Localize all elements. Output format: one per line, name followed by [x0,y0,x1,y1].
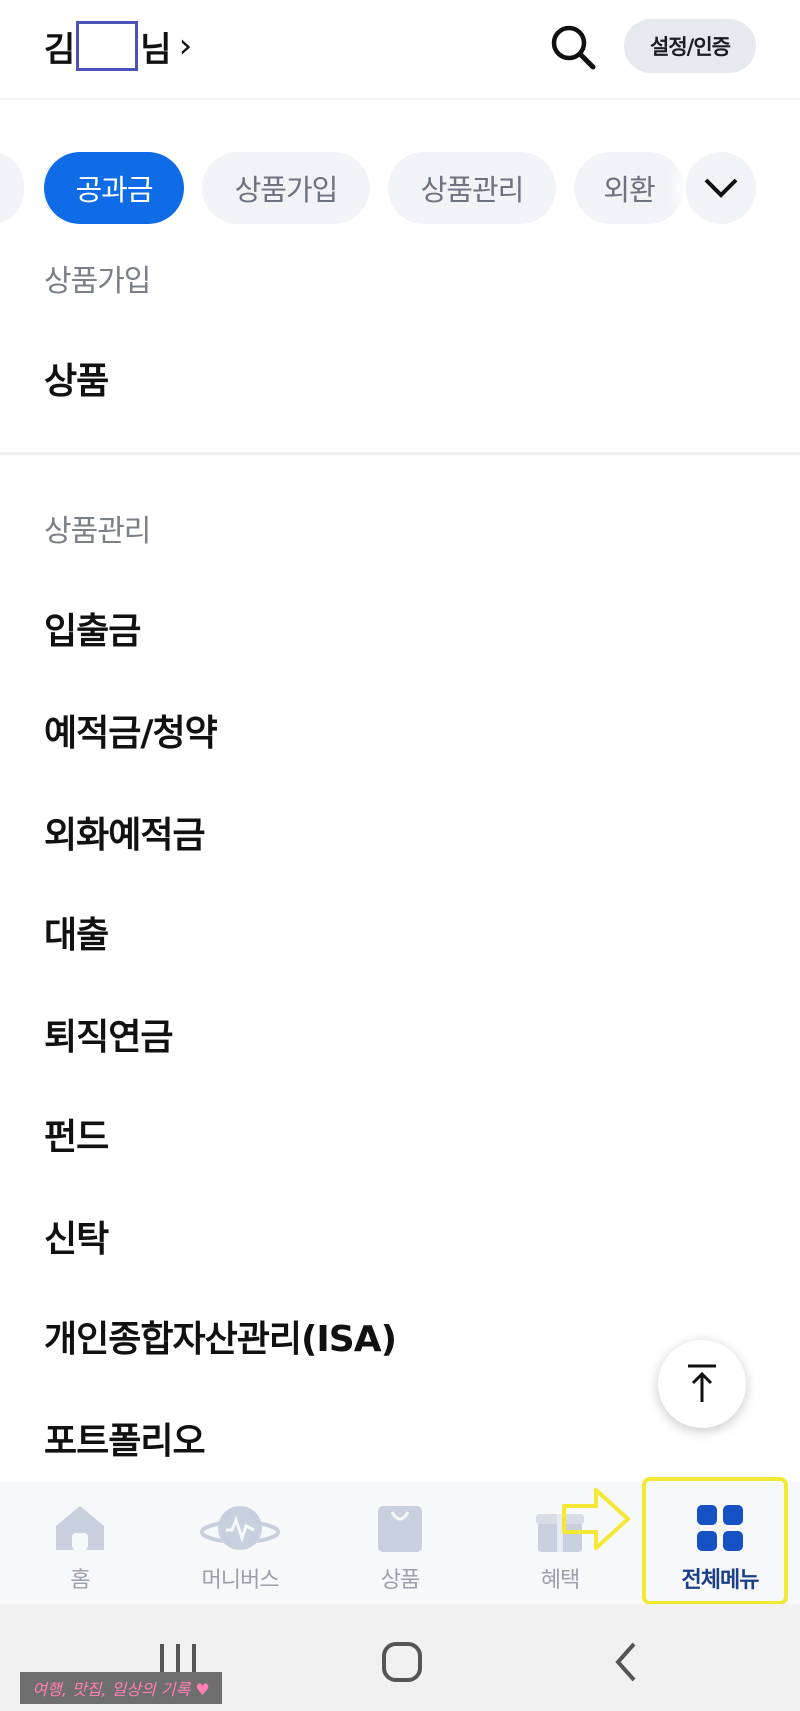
nav-label-home: 홈 [70,1568,90,1593]
menu-item-portfolio[interactable]: 포트폴리오 [44,1412,206,1464]
user-name-suffix: 님 [140,29,171,70]
redacted-name-box [76,21,139,71]
menu-item-deposit-withdrawal[interactable]: 입출금 [44,602,141,654]
section-divider [0,452,800,455]
planet-icon [200,1506,280,1550]
nav-label-benefits: 혜택 [540,1568,580,1593]
arrow-up-icon [688,1364,716,1402]
chip-partial[interactable] [0,152,24,224]
watermark: 여행, 맛집, 일상의 기록 ♥ [20,1672,222,1704]
settings-auth-button[interactable]: 설정/인증 [624,19,756,73]
menu-item-product[interactable]: 상품 [44,352,109,404]
nav-label-products: 상품 [380,1568,420,1593]
home-icon [56,1506,104,1550]
chevron-down-icon [704,178,738,198]
menu-item-pension[interactable]: 퇴직연금 [44,1008,173,1060]
category-chip-bar: 공과금 상품가입 상품관리 외환 [0,152,800,224]
chip-utility-bills[interactable]: 공과금 [44,152,184,224]
nav-moneyverse[interactable]: 머니버스 [170,1482,310,1604]
chevron-right-icon: › [178,26,193,66]
shopping-bag-icon [378,1506,422,1552]
menu-item-foreign-deposit[interactable]: 외화예적금 [44,806,206,858]
annotation-highlight-box [642,1477,788,1605]
expand-chips-button[interactable] [686,152,756,224]
nav-home[interactable]: 홈 [10,1482,150,1604]
chip-foreign-exchange[interactable]: 외환 [574,152,684,224]
menu-item-savings[interactable]: 예적금/청약 [44,704,218,756]
scroll-to-top-button[interactable] [658,1340,746,1428]
nav-products[interactable]: 상품 [330,1482,470,1604]
chip-product-signup[interactable]: 상품가입 [202,152,370,224]
menu-item-isa[interactable]: 개인종합자산관리(ISA) [44,1310,397,1362]
menu-item-trust[interactable]: 신탁 [44,1210,109,1262]
app-header: 김 님 › 설정/인증 [0,0,800,100]
nav-label-moneyverse: 머니버스 [201,1568,280,1593]
search-icon[interactable] [548,22,598,72]
user-name-prefix: 김 [44,29,75,70]
home-button-icon[interactable] [372,1632,432,1692]
section-title-management: 상품관리 [44,514,151,549]
menu-item-loan[interactable]: 대출 [44,906,109,958]
back-icon[interactable] [596,1632,656,1692]
menu-item-fund[interactable]: 펀드 [44,1108,109,1160]
user-name-link[interactable]: 김 님 › [44,18,193,74]
annotation-arrow-icon [562,1488,630,1550]
chip-product-management[interactable]: 상품관리 [388,152,556,224]
section-title-signup: 상품가입 [44,264,151,299]
